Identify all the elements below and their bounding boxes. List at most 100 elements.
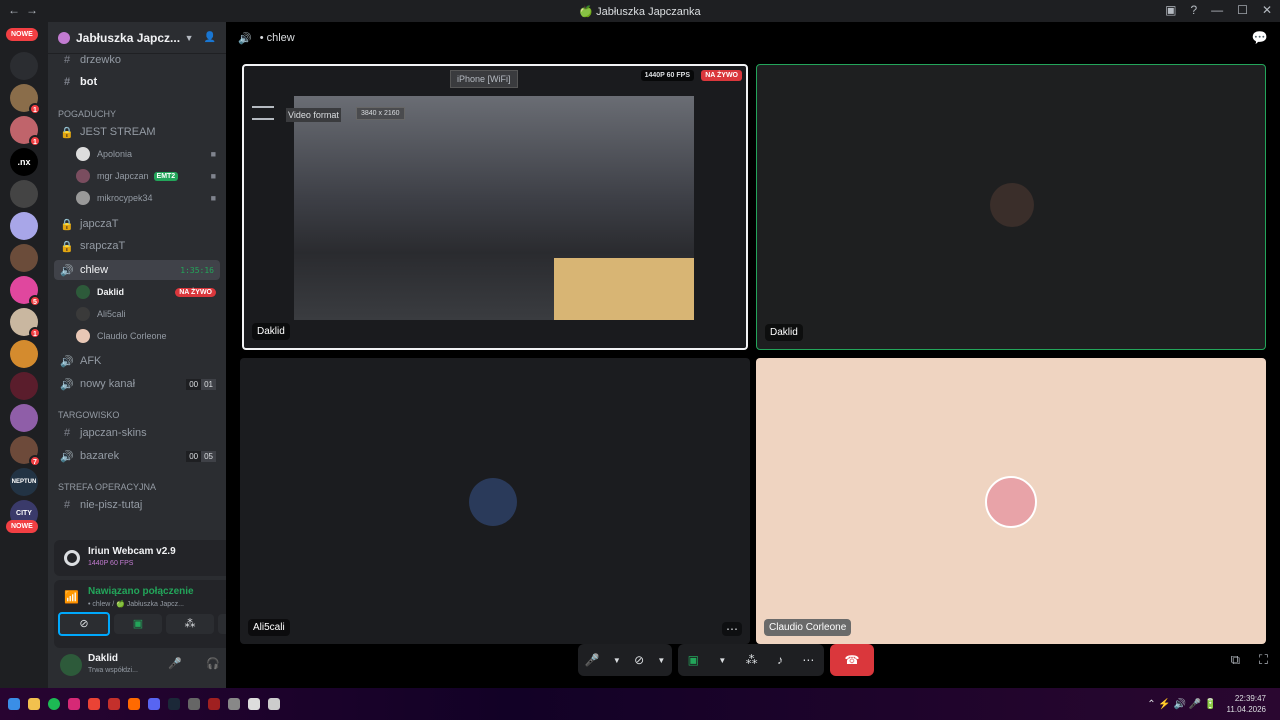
avatar <box>985 476 1037 528</box>
voice-user[interactable]: mgr Japczan EMT2 ■ <box>76 166 220 186</box>
inbox-icon[interactable]: ▣ <box>1165 3 1176 17</box>
speaker-icon: 🔊 <box>60 264 74 277</box>
chevron-down-icon[interactable]: ▼ <box>718 656 726 665</box>
avatar <box>76 147 90 161</box>
avatar <box>76 285 90 299</box>
channel-chlew[interactable]: 🔊 chlew 1:35:16 <box>54 260 220 280</box>
chevron-down-icon[interactable]: ▼ <box>613 656 621 665</box>
server-icon[interactable]: 1 <box>10 116 41 147</box>
server-icon[interactable]: 5 <box>10 276 41 307</box>
server-icon[interactable] <box>10 372 38 400</box>
add-user-icon[interactable]: 👤 <box>204 32 216 43</box>
app-icon[interactable] <box>248 698 260 710</box>
close-button[interactable]: ✕ <box>1262 3 1272 17</box>
channel-sidebar: Jabłuszka Japcz... ▼ 👤 # drzewko # bot POG… <box>48 22 268 688</box>
channel-nowy-kanal[interactable]: 🔊 nowy kanał 00 01 <box>54 374 220 394</box>
server-icon[interactable] <box>10 244 38 272</box>
channel-bazarek[interactable]: 🔊 bazarek 00 05 <box>54 446 220 466</box>
guild-icon <box>58 31 70 44</box>
server-icon[interactable]: .nx <box>10 148 38 176</box>
chevron-down-icon[interactable]: ▼ <box>185 33 194 43</box>
chat-icon[interactable]: 💬 <box>1252 30 1268 46</box>
server-icon[interactable]: 7 <box>10 436 41 467</box>
avatar <box>76 307 90 321</box>
participant-tile[interactable]: Claudio Corleone <box>756 358 1266 644</box>
microphone-icon[interactable]: 🎤 <box>585 653 600 667</box>
spotify-icon[interactable] <box>48 698 60 710</box>
discord-icon[interactable] <box>148 698 160 710</box>
chevron-down-icon[interactable]: ▼ <box>657 656 665 665</box>
avatar[interactable] <box>60 654 82 676</box>
participant-tile[interactable]: Daklid <box>756 64 1266 350</box>
activities-button[interactable]: ⁂ <box>166 614 214 634</box>
app-icon[interactable] <box>128 698 140 710</box>
channel-bot[interactable]: # bot <box>54 72 220 92</box>
lock-icon: 🔒 <box>60 218 74 231</box>
voice-user[interactable]: Claudio Corleone <box>76 326 220 346</box>
guild-name: Jabłuszka Japcz... <box>76 30 181 45</box>
channel-nie-pisz-tutaj[interactable]: # nie-pisz-tutaj <box>54 495 220 515</box>
server-icon[interactable] <box>10 212 38 240</box>
camera-off-icon[interactable]: ⊘ <box>634 653 644 667</box>
tray-icons[interactable]: ⌃ ⚡ 🔊 🎤 🔋 <box>1147 699 1216 710</box>
fullscreen-icon[interactable]: ⛶ <box>1259 652 1268 668</box>
disconnect-button[interactable]: ☎ <box>830 644 874 676</box>
channel-japczat[interactable]: 🔒 japczaT <box>54 214 220 234</box>
soundboard-icon[interactable]: ♪ <box>777 653 783 667</box>
menu-icon[interactable] <box>252 106 274 120</box>
voice-user[interactable]: mikrocypek34 ■ <box>76 188 220 208</box>
screen-share-button[interactable]: ▣ <box>114 614 162 634</box>
more-options-icon[interactable]: ⋯ <box>802 653 814 667</box>
server-icon[interactable] <box>10 404 38 432</box>
channel-srapczat[interactable]: 🔒 srapczaT <box>54 236 220 256</box>
server-icon[interactable]: 1 <box>10 308 41 339</box>
category-strefa-operacyjna[interactable]: STREFA OPERACYJNA <box>58 482 156 492</box>
app-icon[interactable] <box>228 698 240 710</box>
activities-icon[interactable]: ⁂ <box>746 653 758 667</box>
camera-off-button[interactable]: ⊘ <box>58 612 110 636</box>
speaker-icon: 🔊 <box>60 378 74 391</box>
voice-user[interactable]: Daklid NA ŻYWO <box>76 282 220 302</box>
voice-user[interactable]: Ali5cali <box>76 304 220 324</box>
stream-tile[interactable]: iPhone [WiFi] Video format 3840 x 2160 1… <box>242 64 748 350</box>
maps-icon[interactable] <box>88 698 100 710</box>
maximize-button[interactable]: ☐ <box>1237 3 1248 17</box>
new-badge: NOWE <box>6 28 38 41</box>
server-icon[interactable] <box>10 340 38 368</box>
microphone-icon[interactable]: 🎤 <box>168 657 182 670</box>
headphones-icon[interactable]: 🎧 <box>206 657 220 670</box>
category-pogaduchy[interactable]: POGADUCHY <box>58 109 116 119</box>
steam-icon[interactable] <box>168 698 180 710</box>
start-icon[interactable] <box>8 698 20 710</box>
app-icon[interactable] <box>208 698 220 710</box>
participant-tile[interactable]: Ali5cali ⋯ <box>240 358 750 644</box>
channel-jest-stream[interactable]: 🔒 JEST STREAM <box>54 122 220 142</box>
channel-afk[interactable]: 🔊 AFK <box>54 351 220 371</box>
channel-drzewko[interactable]: # drzewko <box>54 50 220 70</box>
speaker-icon: 🔊 <box>60 355 74 368</box>
explorer-icon[interactable] <box>28 698 40 710</box>
category-targowisko[interactable]: TARGOWISKO <box>58 410 119 420</box>
video-object <box>554 258 694 320</box>
server-icon[interactable]: 1 <box>10 84 41 115</box>
popout-icon[interactable]: ⧉ <box>1231 652 1240 668</box>
app-icon[interactable] <box>108 698 120 710</box>
server-icon[interactable]: NEPTUN <box>10 468 38 496</box>
voice-user[interactable]: Apolonia ■ <box>76 144 220 164</box>
minimize-button[interactable]: — <box>1211 3 1223 17</box>
app-icon[interactable] <box>188 698 200 710</box>
server-icon[interactable] <box>10 180 38 208</box>
lock-icon: 🔒 <box>60 240 74 253</box>
screen-share-icon[interactable]: ▣ <box>688 653 699 667</box>
help-icon[interactable]: ? <box>1190 3 1197 17</box>
window-title: 🍏 Jabłuszka Japczanka <box>579 6 701 18</box>
hash-icon: # <box>63 54 71 66</box>
speaker-icon: 🔊 <box>238 32 252 45</box>
app-icon[interactable] <box>268 698 280 710</box>
server-icon[interactable] <box>10 52 38 80</box>
channel-header: 🔊 • chlew 💬 <box>226 22 1280 54</box>
more-options-icon[interactable]: ⋯ <box>722 622 742 636</box>
clock[interactable]: 22:39:47 11.04.2026 <box>1227 693 1266 715</box>
channel-japczan-skins[interactable]: # japczan-skins <box>54 423 220 443</box>
instagram-icon[interactable] <box>68 698 80 710</box>
